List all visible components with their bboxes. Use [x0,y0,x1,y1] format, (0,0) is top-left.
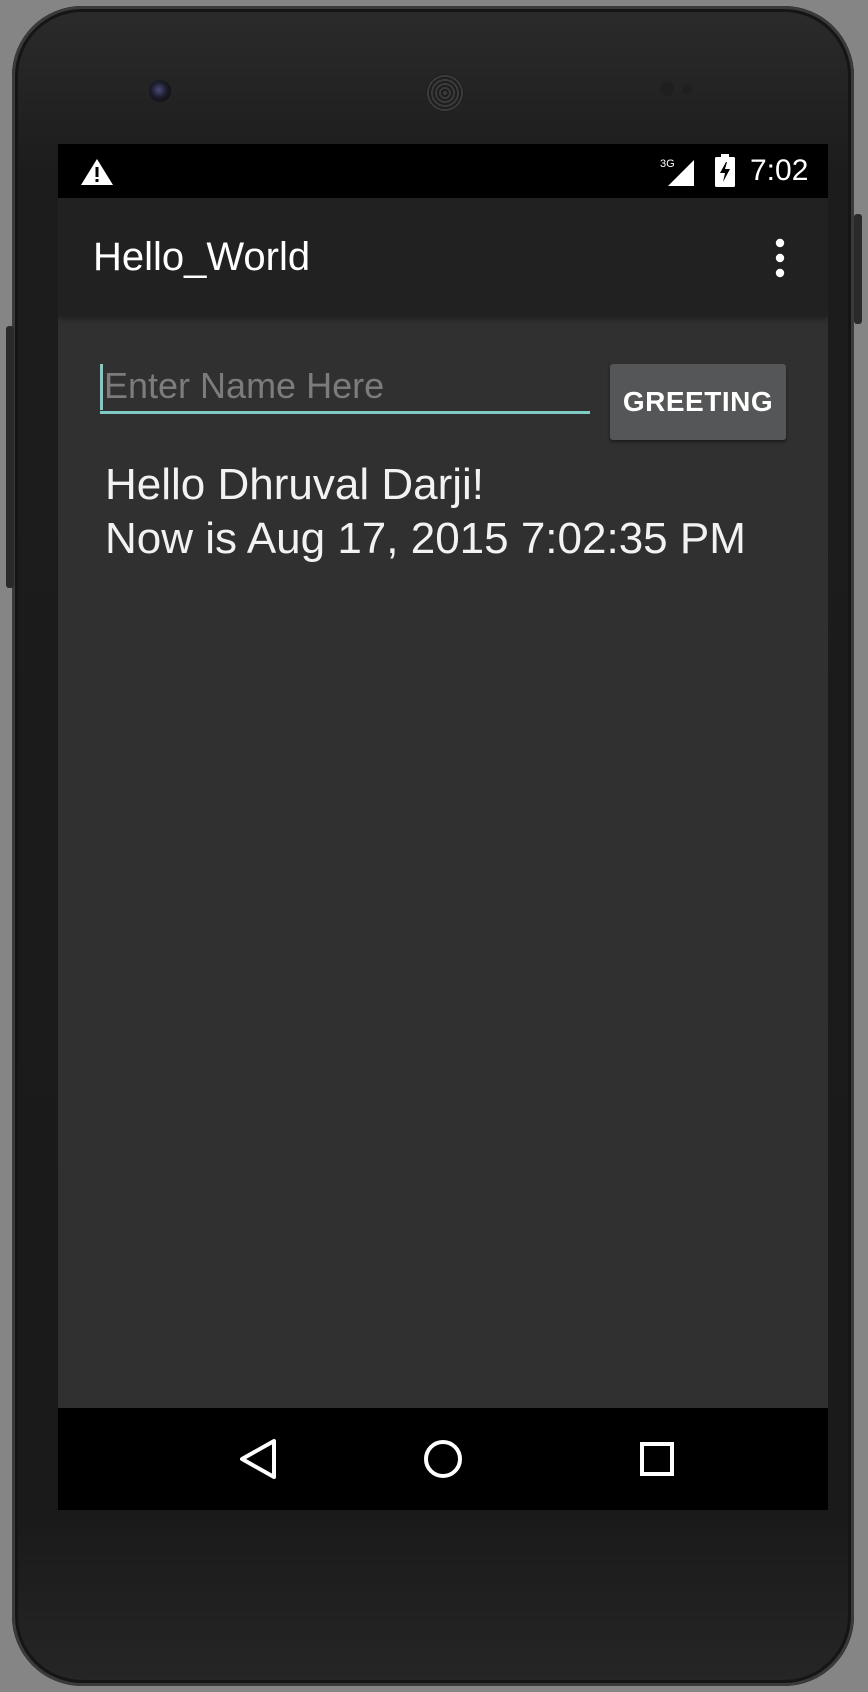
app-bar: Hello_World [58,198,828,316]
volume-rocker [6,326,14,588]
status-bar: 3G 7:02 [58,144,828,198]
screen: 3G 7:02 Hello_World GREETING [58,144,828,1510]
back-triangle-icon[interactable] [228,1430,288,1488]
warning-triangle-icon [81,159,113,185]
navigation-bar [58,1408,828,1510]
network-type-label: 3G [660,158,675,170]
cellular-signal-icon: 3G [660,158,694,186]
phone-body: 3G 7:02 Hello_World GREETING [12,6,854,1686]
earpiece-speaker [426,74,464,112]
recents-square-icon[interactable] [627,1430,687,1488]
light-sensor [682,84,692,94]
battery-charging-icon [715,154,735,187]
text-cursor [100,364,103,410]
greeting-output: Hello Dhruval Darji! Now is Aug 17, 2015… [105,458,746,566]
power-button [854,214,862,324]
home-circle-icon[interactable] [413,1430,473,1488]
proximity-sensor [660,82,674,96]
device-frame-stage: 3G 7:02 Hello_World GREETING [0,0,868,1692]
greeting-line: Hello Dhruval Darji! [105,460,485,509]
app-title: Hello_World [93,235,311,279]
status-time: 7:02 [750,154,809,187]
name-input[interactable] [100,360,590,414]
more-vert-icon[interactable] [768,236,792,280]
front-camera [149,80,171,102]
timestamp-line: Now is Aug 17, 2015 7:02:35 PM [105,514,746,563]
greeting-button[interactable]: GREETING [610,364,786,440]
